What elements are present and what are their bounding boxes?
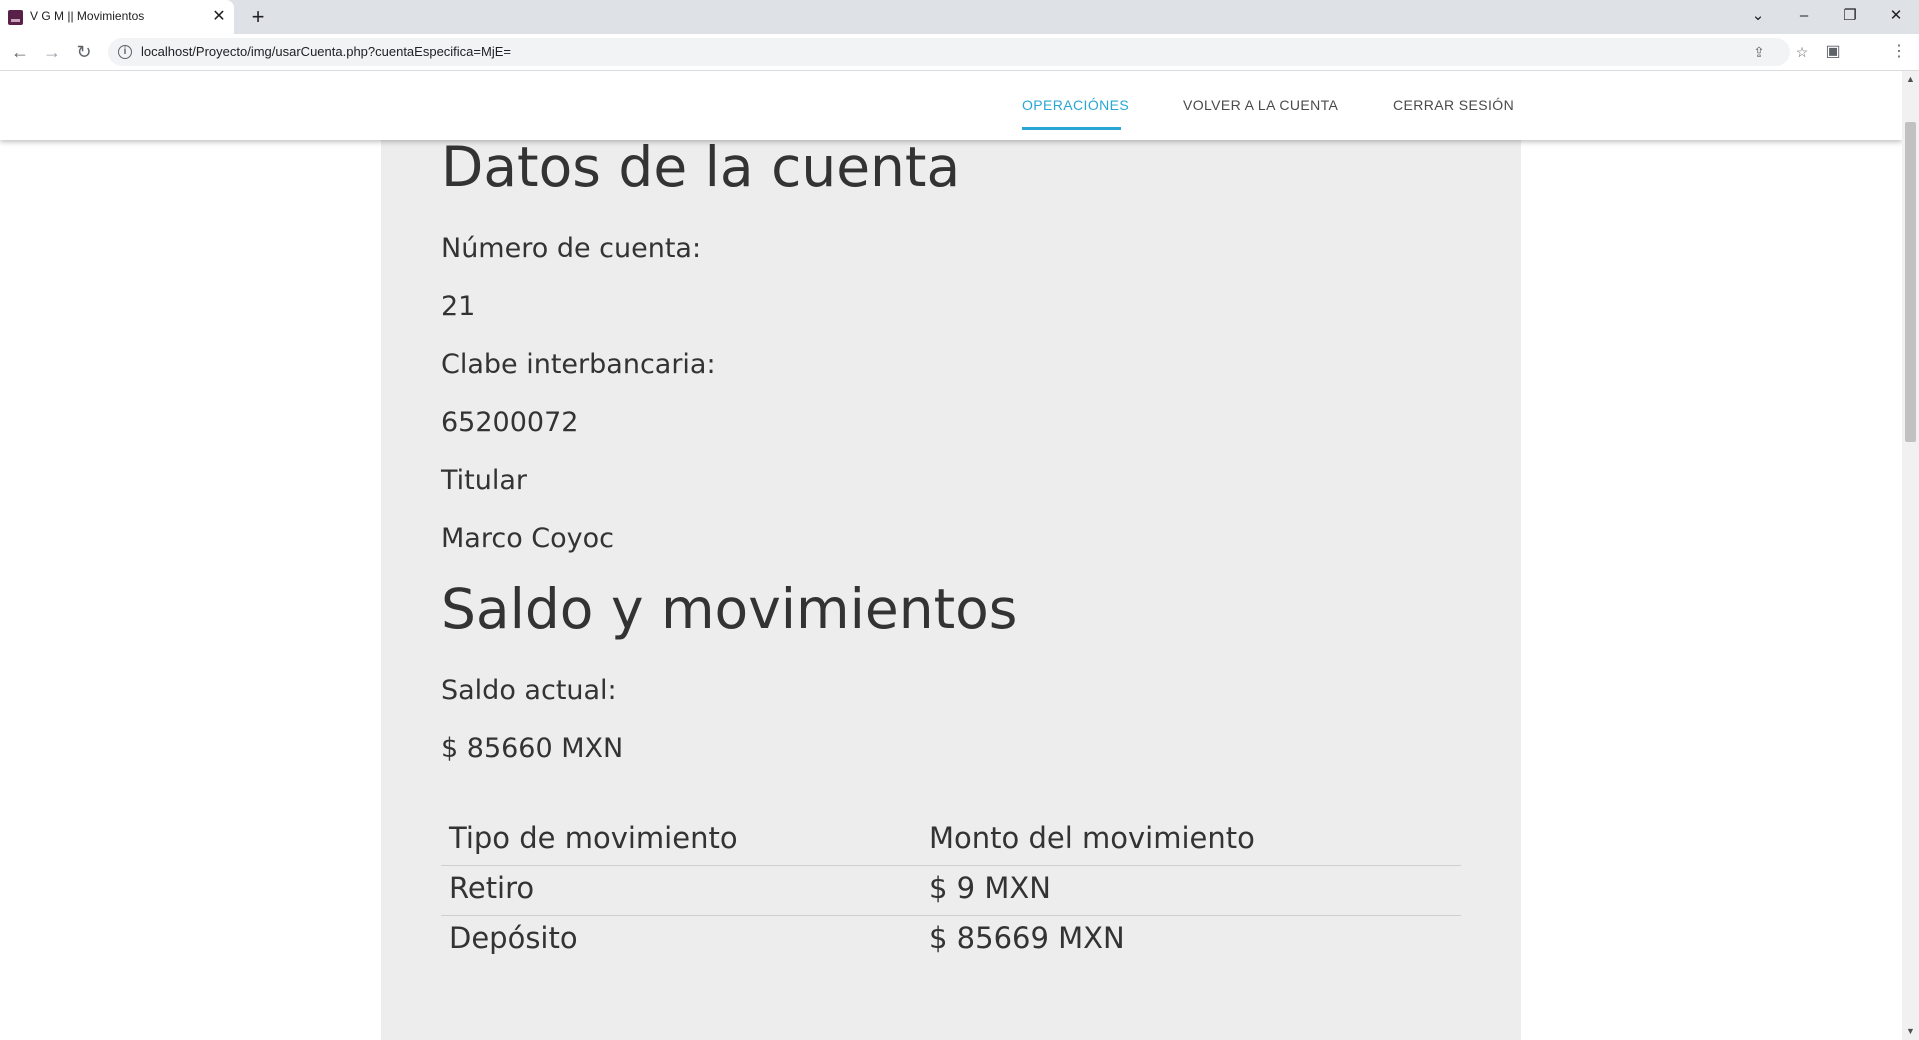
account-title: Datos de la cuenta — [441, 135, 961, 199]
url-text[interactable]: localhost/Proyecto/img/usarCuenta.php?cu… — [141, 44, 511, 59]
active-nav-indicator — [1022, 127, 1121, 130]
new-tab-icon[interactable]: + — [245, 4, 271, 30]
movement-amount-cell: $ 85669 MXN — [929, 921, 1125, 955]
clabe-value: 65200072 — [441, 407, 579, 438]
share-icon[interactable]: ⇪ — [1748, 41, 1770, 63]
browser-tab-strip: V G M || Movimientos ✕ + ⌄ – ❐ ✕ — [0, 0, 1919, 34]
scroll-up-arrow-icon[interactable]: ▲ — [1902, 71, 1919, 88]
current-balance-value: $ 85660 MXN — [441, 733, 624, 764]
table-header-amount: Monto del movimiento — [929, 821, 1255, 855]
movement-type-cell: Depósito — [449, 921, 578, 955]
account-number-label: Número de cuenta: — [441, 233, 702, 264]
tab-search-icon[interactable]: ⌄ — [1740, 2, 1776, 30]
nav-volver-a-la-cuenta[interactable]: VOLVER A LA CUENTA — [1183, 97, 1338, 113]
close-window-icon[interactable]: ✕ — [1878, 2, 1914, 30]
holder-label: Titular — [441, 465, 528, 496]
restore-window-icon[interactable]: ❐ — [1832, 2, 1868, 30]
balance-title: Saldo y movimientos — [441, 577, 1018, 641]
table-divider — [441, 865, 1461, 866]
address-bar[interactable]: i localhost/Proyecto/img/usarCuenta.php?… — [108, 38, 1808, 66]
nav-operaciones[interactable]: OPERACIÓNES — [1022, 97, 1129, 113]
current-balance-label: Saldo actual: — [441, 675, 617, 706]
tab-title: V G M || Movimientos — [30, 9, 145, 23]
nav-cerrar-sesion[interactable]: CERRAR SESIÓN — [1393, 97, 1514, 113]
tab-close-icon[interactable]: ✕ — [208, 6, 230, 28]
movement-type-cell: Retiro — [449, 871, 535, 905]
site-info-icon[interactable]: i — [118, 45, 132, 59]
forward-arrow-icon[interactable]: → — [38, 38, 66, 66]
table-header-type: Tipo de movimiento — [449, 821, 738, 855]
browser-toolbar: ← → ↻ i localhost/Proyecto/img/usarCuent… — [0, 34, 1919, 71]
scrollbar-thumb[interactable] — [1905, 122, 1916, 442]
holder-value: Marco Coyoc — [441, 523, 615, 554]
account-number-value: 21 — [441, 291, 476, 322]
scroll-down-arrow-icon[interactable]: ▼ — [1902, 1023, 1919, 1040]
browser-menu-icon[interactable]: ⋮ — [1885, 38, 1913, 66]
back-arrow-icon[interactable]: ← — [6, 38, 34, 66]
table-divider — [441, 915, 1461, 916]
minimize-window-icon[interactable]: – — [1786, 2, 1822, 30]
site-header: OPERACIÓNES VOLVER A LA CUENTA CERRAR SE… — [0, 71, 1902, 140]
site-favicon-icon — [8, 10, 23, 25]
page-viewport: OPERACIÓNES VOLVER A LA CUENTA CERRAR SE… — [0, 71, 1902, 1040]
browser-tab[interactable]: V G M || Movimientos ✕ — [0, 0, 234, 34]
bookmark-star-icon[interactable]: ☆ — [1791, 41, 1813, 63]
clabe-label: Clabe interbancaria: — [441, 349, 716, 380]
reload-icon[interactable]: ↻ — [70, 38, 98, 66]
side-panel-icon[interactable]: ▣ — [1819, 38, 1847, 66]
movement-amount-cell: $ 9 MXN — [929, 871, 1051, 905]
